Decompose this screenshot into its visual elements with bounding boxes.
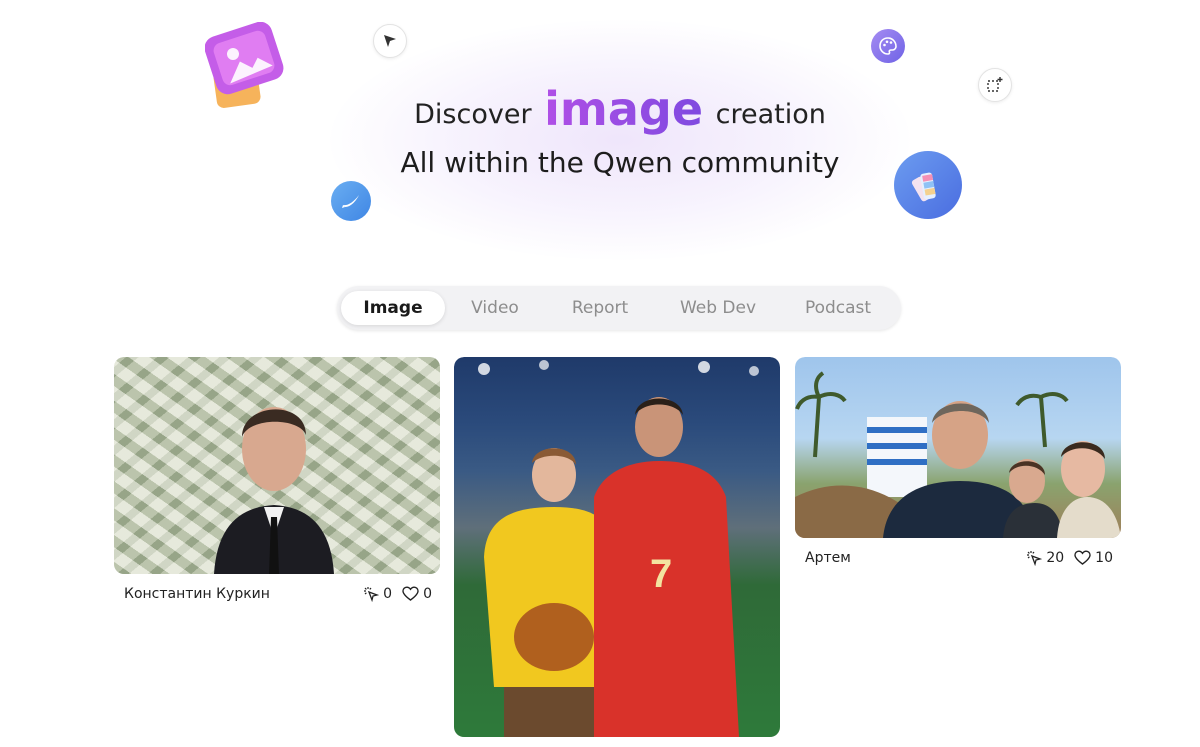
palette-icon xyxy=(871,29,905,63)
hero-headline: Discover image creation xyxy=(0,82,1200,136)
gallery-card[interactable]: Константин Куркин 0 0 xyxy=(114,357,440,614)
gallery-card[interactable]: 7 xyxy=(454,357,780,747)
card-thumbnail[interactable]: 7 xyxy=(454,357,780,737)
click-stat: 0 xyxy=(363,586,392,602)
svg-text:7: 7 xyxy=(650,552,672,596)
hero-subheadline: All within the Qwen community xyxy=(400,146,840,179)
heart-icon[interactable] xyxy=(1074,550,1091,566)
tab-podcast[interactable]: Podcast xyxy=(781,291,895,325)
gallery-card[interactable]: Артем 20 10 xyxy=(795,357,1121,578)
card-stats: 20 10 xyxy=(1020,550,1113,566)
click-sparkle-icon xyxy=(1027,551,1043,566)
card-author[interactable]: Константин Куркин xyxy=(124,586,270,602)
like-stat[interactable]: 10 xyxy=(1074,550,1113,566)
beach-scene xyxy=(795,371,1121,538)
like-stat[interactable]: 0 xyxy=(402,586,432,602)
like-count: 10 xyxy=(1095,550,1113,566)
page: Discover image creation All within the Q… xyxy=(0,0,1200,747)
click-stat: 20 xyxy=(1026,550,1064,566)
click-count: 20 xyxy=(1046,550,1065,566)
card-meta xyxy=(454,737,780,747)
card-thumbnail[interactable] xyxy=(114,357,440,574)
hero-headline-accent: image xyxy=(544,82,704,136)
tab-video[interactable]: Video xyxy=(445,291,545,325)
like-count: 0 xyxy=(423,586,432,602)
click-sparkle-icon xyxy=(364,587,380,602)
portrait-figure xyxy=(214,407,334,574)
cursor-icon xyxy=(373,24,407,58)
stadium-scene: 7 xyxy=(478,360,759,737)
card-meta: Константин Куркин 0 0 xyxy=(114,574,440,614)
hero-headline-before: Discover xyxy=(414,99,532,130)
click-count: 0 xyxy=(383,586,393,602)
card-thumbnail[interactable] xyxy=(795,357,1121,538)
card-author[interactable]: Артем xyxy=(805,550,851,566)
tab-image[interactable]: Image xyxy=(341,291,445,325)
card-meta: Артем 20 10 xyxy=(795,538,1121,578)
heart-icon[interactable] xyxy=(402,586,419,602)
tab-report[interactable]: Report xyxy=(545,291,655,325)
brush-icon xyxy=(331,181,371,221)
hero-headline-after: creation xyxy=(715,99,826,130)
category-tabs: Image Video Report Web Dev Podcast xyxy=(337,286,901,330)
hero-glow xyxy=(330,20,910,260)
card-stats: 0 0 xyxy=(357,586,432,602)
tab-web-dev[interactable]: Web Dev xyxy=(655,291,781,325)
